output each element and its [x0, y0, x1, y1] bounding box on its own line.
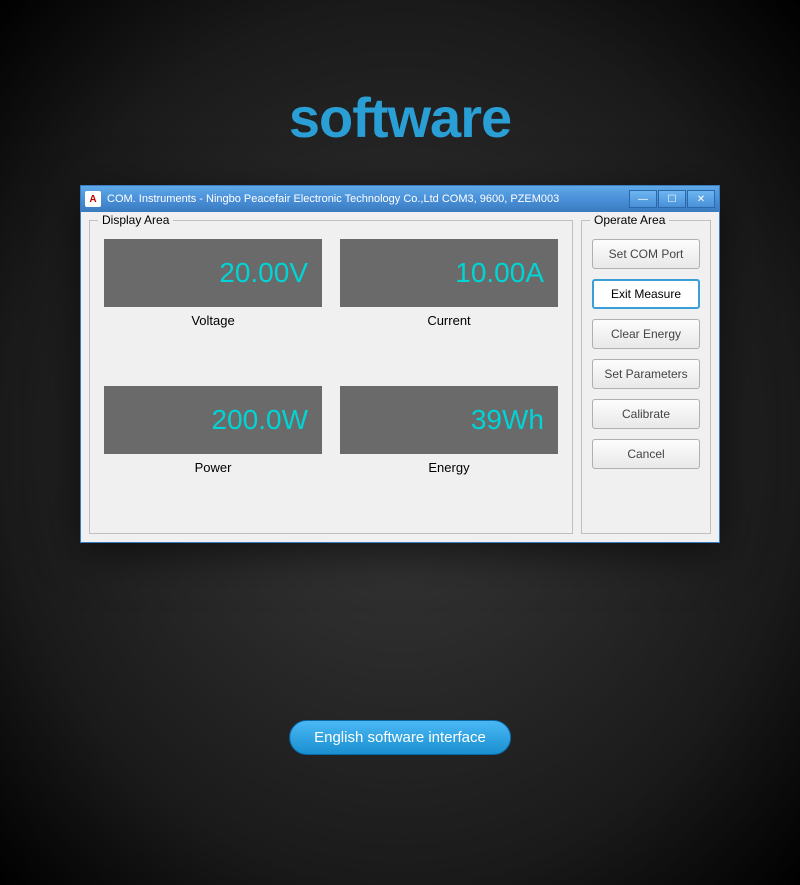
energy-label: Energy	[340, 460, 558, 475]
window-title: COM. Instruments - Ningbo Peacefair Elec…	[107, 193, 628, 205]
exit-measure-button[interactable]: Exit Measure	[592, 279, 700, 309]
voltage-readout: 20.00V	[104, 239, 322, 307]
set-com-port-button[interactable]: Set COM Port	[592, 239, 700, 269]
clear-energy-button[interactable]: Clear Energy	[592, 319, 700, 349]
power-readout: 200.0W	[104, 386, 322, 454]
cancel-button[interactable]: Cancel	[592, 439, 700, 469]
current-block: 10.00A Current	[340, 239, 558, 372]
power-label: Power	[104, 460, 322, 475]
titlebar[interactable]: A COM. Instruments - Ningbo Peacefair El…	[81, 186, 719, 212]
close-icon: ✕	[697, 194, 705, 205]
energy-block: 39Wh Energy	[340, 386, 558, 519]
energy-readout: 39Wh	[340, 386, 558, 454]
set-parameters-button[interactable]: Set Parameters	[592, 359, 700, 389]
voltage-label: Voltage	[104, 313, 322, 328]
app-icon: A	[85, 191, 101, 207]
application-window: A COM. Instruments - Ningbo Peacefair El…	[80, 185, 720, 543]
calibrate-button[interactable]: Calibrate	[592, 399, 700, 429]
maximize-button[interactable]: ☐	[658, 190, 686, 208]
power-block: 200.0W Power	[104, 386, 322, 519]
page-heading: software	[0, 85, 800, 150]
minimize-button[interactable]: —	[629, 190, 657, 208]
window-body: Display Area 20.00V Voltage 10.00A Curre…	[81, 212, 719, 542]
minimize-icon: —	[638, 194, 648, 205]
current-label: Current	[340, 313, 558, 328]
caption-pill: English software interface	[289, 720, 511, 755]
current-readout: 10.00A	[340, 239, 558, 307]
operate-area-label: Operate Area	[590, 213, 669, 227]
maximize-icon: ☐	[668, 194, 677, 205]
window-controls: — ☐ ✕	[628, 190, 715, 208]
voltage-block: 20.00V Voltage	[104, 239, 322, 372]
display-area-label: Display Area	[98, 213, 173, 227]
operate-area-group: Operate Area Set COM Port Exit Measure C…	[581, 220, 711, 534]
display-area-group: Display Area 20.00V Voltage 10.00A Curre…	[89, 220, 573, 534]
close-button[interactable]: ✕	[687, 190, 715, 208]
